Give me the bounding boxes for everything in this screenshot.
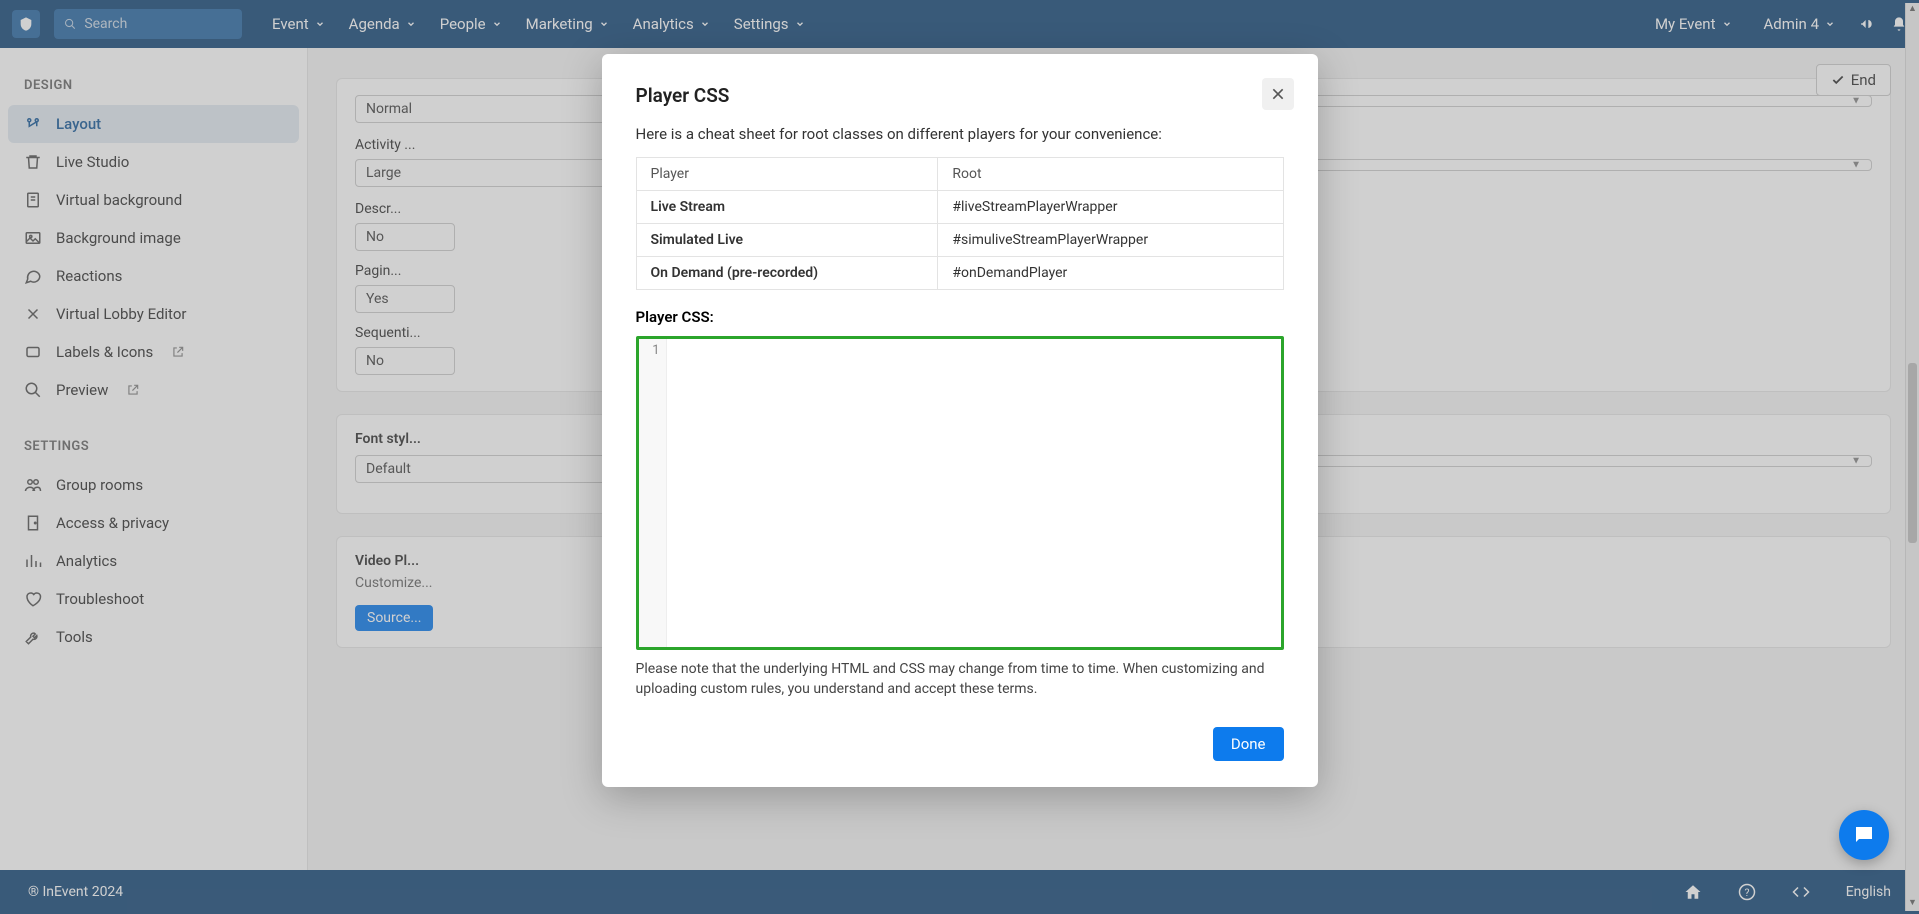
modal-note: Please note that the underlying HTML and… [636, 660, 1284, 699]
modal-close-button[interactable] [1262, 78, 1294, 110]
modal-description: Here is a cheat sheet for root classes o… [636, 125, 1284, 143]
css-code-area[interactable] [667, 339, 1281, 647]
player-css-label: Player CSS: [636, 308, 1284, 326]
done-button[interactable]: Done [1213, 727, 1284, 761]
chat-fab[interactable] [1839, 810, 1889, 860]
table-row: On Demand (pre-recorded)#onDemandPlayer [636, 257, 1283, 290]
th-player: Player [636, 158, 938, 191]
css-code-editor[interactable]: 1 [636, 336, 1284, 650]
modal-title: Player CSS [636, 84, 1284, 107]
player-css-modal: Player CSS Here is a cheat sheet for roo… [602, 54, 1318, 787]
table-row: Simulated Live#simuliveStreamPlayerWrapp… [636, 224, 1283, 257]
close-icon [1270, 86, 1286, 102]
line-gutter: 1 [639, 339, 667, 647]
th-root: Root [938, 158, 1283, 191]
chat-bubble-icon [1852, 823, 1876, 847]
cheat-sheet-table: Player Root Live Stream#liveStreamPlayer… [636, 157, 1284, 290]
table-row: Live Stream#liveStreamPlayerWrapper [636, 191, 1283, 224]
